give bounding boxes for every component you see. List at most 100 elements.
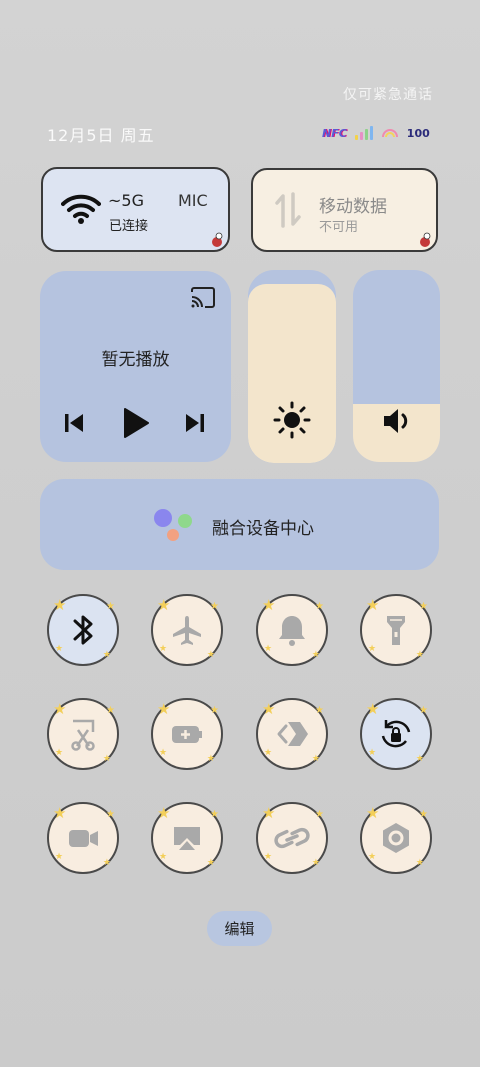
fusion-device-icon [154,509,192,541]
toggle-tile-rotation-lock[interactable]: ★ ★ ★ ★ [360,698,432,770]
wifi-icon [61,194,101,224]
toggle-tile-bell[interactable]: ★ ★ ★ ★ [256,594,328,666]
star-decoration-icon: ★ [159,748,168,758]
date-label: 12月5日 周五 [47,126,155,145]
star-decoration-icon: ★ [366,596,380,614]
star-decoration-icon: ★ [264,852,273,862]
star-decoration-icon: ★ [55,852,64,862]
mobile-data-status: 不可用 [319,220,359,235]
star-decoration-icon: ★ [366,804,380,822]
toggle-tile-screen-cast[interactable]: ★ ★ ★ ★ [151,802,223,874]
star-decoration-icon: ★ [368,748,377,758]
star-decoration-icon: ★ [311,754,320,764]
star-decoration-icon: ★ [366,700,380,718]
star-decoration-icon: ★ [368,852,377,862]
wifi-card[interactable]: ~5G MIC 已连接 [41,167,230,252]
star-decoration-icon: ★ [159,644,168,654]
cast-icon[interactable] [190,287,216,309]
star-decoration-icon: ★ [206,858,215,868]
play-icon[interactable] [122,407,150,439]
star-decoration-icon: ★ [53,700,67,718]
star-decoration-icon: ★ [264,748,273,758]
wifi-name-tail: MIC [178,191,208,210]
star-decoration-icon: ★ [157,804,171,822]
bell-icon [279,616,305,646]
brightness-slider[interactable] [248,270,336,463]
link-icon [274,827,310,849]
nearby-share-icon [277,722,308,746]
volume-icon [384,409,408,433]
nut-settings-icon [383,823,409,853]
star-decoration-icon: ★ [262,804,276,822]
status-icons: NFC 100 [322,125,430,141]
toggle-tile-link[interactable]: ★ ★ ★ ★ [256,802,328,874]
star-decoration-icon: ★ [311,650,320,660]
star-decoration-icon: ★ [262,596,276,614]
star-decoration-icon: ★ [53,596,67,614]
star-decoration-icon: ★ [106,601,115,612]
toggle-tile-flashlight[interactable]: ★ ★ ★ ★ [360,594,432,666]
toggle-tile-nut-settings[interactable]: ★ ★ ★ ★ [360,802,432,874]
media-status: 暂无播放 [101,350,170,370]
toggle-tile-bluetooth[interactable]: ★ ★ ★ ★ [47,594,119,666]
toggle-tile-nearby-share[interactable]: ★ ★ ★ ★ [256,698,328,770]
signal-icon [354,126,373,140]
star-decoration-icon: ★ [102,858,111,868]
star-decoration-icon: ★ [262,700,276,718]
star-decoration-icon: ★ [264,644,273,654]
sticker-icon [212,232,223,247]
toggle-tile-battery-saver[interactable]: ★ ★ ★ ★ [151,698,223,770]
battery-saver-icon [172,726,202,743]
star-decoration-icon: ★ [415,650,424,660]
star-decoration-icon: ★ [210,705,219,716]
star-decoration-icon: ★ [157,596,171,614]
star-decoration-icon: ★ [206,754,215,764]
fusion-device-label: 融合设备中心 [212,519,314,539]
wifi-name: ~5G [108,191,144,210]
previous-track-icon[interactable] [64,412,84,434]
screen-cast-icon [174,827,200,850]
star-decoration-icon: ★ [210,809,219,820]
star-decoration-icon: ★ [157,700,171,718]
mobile-data-title: 移动数据 [319,197,387,217]
bluetooth-icon [73,615,93,645]
toggle-tile-airplane[interactable]: ★ ★ ★ ★ [151,594,223,666]
fusion-device-center[interactable]: 融合设备中心 [40,479,439,570]
star-decoration-icon: ★ [415,754,424,764]
nfc-icon: NFC [322,126,347,140]
toggle-tile-screen-record[interactable]: ★ ★ ★ ★ [47,802,119,874]
wifi-status: 已连接 [109,219,149,234]
screenshot-icon [71,719,95,751]
data-transfer-icon [275,192,301,228]
battery-level: 100 [406,126,430,140]
emergency-call-status: 仅可紧急通话 [343,87,433,103]
star-decoration-icon: ★ [311,858,320,868]
next-track-icon[interactable] [185,412,205,434]
star-decoration-icon: ★ [106,705,115,716]
star-decoration-icon: ★ [315,809,324,820]
sticker-icon [420,232,431,247]
star-decoration-icon: ★ [419,705,428,716]
star-decoration-icon: ★ [315,601,324,612]
star-decoration-icon: ★ [419,601,428,612]
rotation-lock-icon [381,720,411,748]
star-decoration-icon: ★ [206,650,215,660]
airplane-icon [173,616,201,645]
star-decoration-icon: ★ [210,601,219,612]
mobile-data-card[interactable]: 移动数据 不可用 [251,168,438,252]
brightness-icon [273,401,311,439]
star-decoration-icon: ★ [55,748,64,758]
media-player-card[interactable]: 暂无播放 [40,271,231,462]
edit-button[interactable]: 编辑 [207,911,272,946]
toggle-tile-screenshot[interactable]: ★ ★ ★ ★ [47,698,119,770]
star-decoration-icon: ★ [368,644,377,654]
flashlight-icon [387,616,405,645]
star-decoration-icon: ★ [55,644,64,654]
star-decoration-icon: ★ [102,650,111,660]
screen-record-icon [69,830,98,847]
star-decoration-icon: ★ [159,852,168,862]
star-decoration-icon: ★ [106,809,115,820]
star-decoration-icon: ★ [415,858,424,868]
star-decoration-icon: ★ [102,754,111,764]
volume-slider[interactable] [353,270,440,462]
